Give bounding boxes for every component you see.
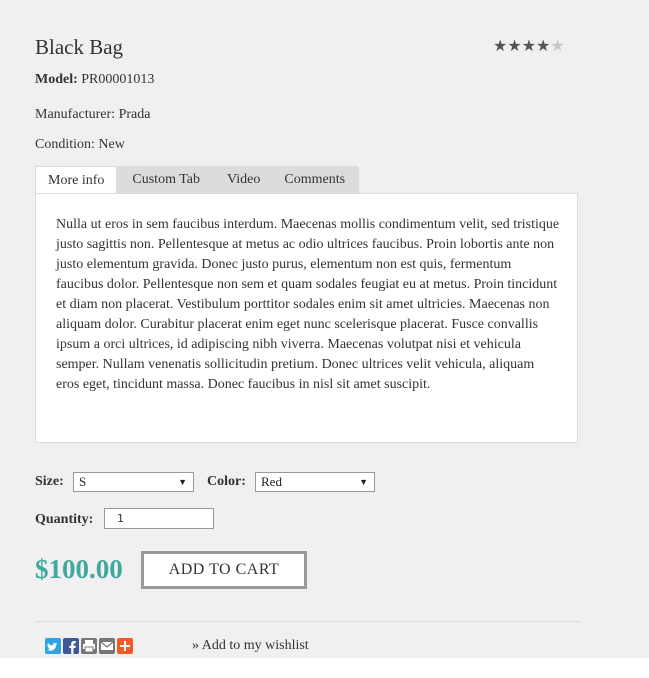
star-filled-icon: ★ xyxy=(493,38,508,55)
divider xyxy=(35,621,580,622)
model-label: Model: xyxy=(35,72,78,87)
size-selected-value: S xyxy=(79,474,87,489)
quantity-input[interactable]: 1 xyxy=(104,508,214,529)
page-footer-background xyxy=(0,658,649,678)
quantity-label: Quantity: xyxy=(35,512,94,527)
chevron-down-icon: ▼ xyxy=(178,477,187,487)
star-rating: ★★★★★ xyxy=(493,36,565,56)
size-label: Size: xyxy=(35,474,64,489)
star-filled-icon: ★ xyxy=(507,38,522,55)
color-label: Color: xyxy=(207,474,246,489)
product-title: Black Bag xyxy=(35,35,124,59)
print-icon[interactable] xyxy=(81,638,97,654)
tab-video[interactable]: Video xyxy=(215,166,273,193)
condition: Condition: New xyxy=(35,137,125,152)
share-bar xyxy=(45,638,133,654)
color-selected-value: Red xyxy=(261,474,282,489)
addthis-plus-icon[interactable] xyxy=(117,638,133,654)
product-tabs: More info Custom Tab Video Comments xyxy=(35,166,360,195)
model-line: Model: PR00001013 xyxy=(35,72,154,88)
add-to-cart-button[interactable]: ADD TO CART xyxy=(141,551,307,589)
tab-panel-more-info: Nulla ut eros in sem faucibus interdum. … xyxy=(35,193,578,443)
product-description: Nulla ut eros in sem faucibus interdum. … xyxy=(56,217,560,392)
add-to-wishlist-link[interactable]: » Add to my wishlist xyxy=(192,638,309,654)
facebook-icon[interactable] xyxy=(63,638,79,654)
star-filled-icon: ★ xyxy=(536,38,551,55)
product-price: $100.00 xyxy=(35,554,123,584)
star-empty-icon: ★ xyxy=(550,38,565,55)
star-filled-icon: ★ xyxy=(521,38,537,55)
size-select[interactable]: S ▼ xyxy=(73,472,194,492)
twitter-icon[interactable] xyxy=(45,638,61,654)
chevron-down-icon: ▼ xyxy=(359,477,368,487)
email-icon[interactable] xyxy=(99,638,115,654)
color-select[interactable]: Red ▼ xyxy=(255,472,375,492)
tab-comments[interactable]: Comments xyxy=(272,166,360,193)
tab-custom-tab[interactable]: Custom Tab xyxy=(117,166,215,193)
tab-more-info[interactable]: More info xyxy=(35,166,118,195)
model-value: PR00001013 xyxy=(81,72,155,87)
manufacturer: Manufacturer: Prada xyxy=(35,107,151,122)
